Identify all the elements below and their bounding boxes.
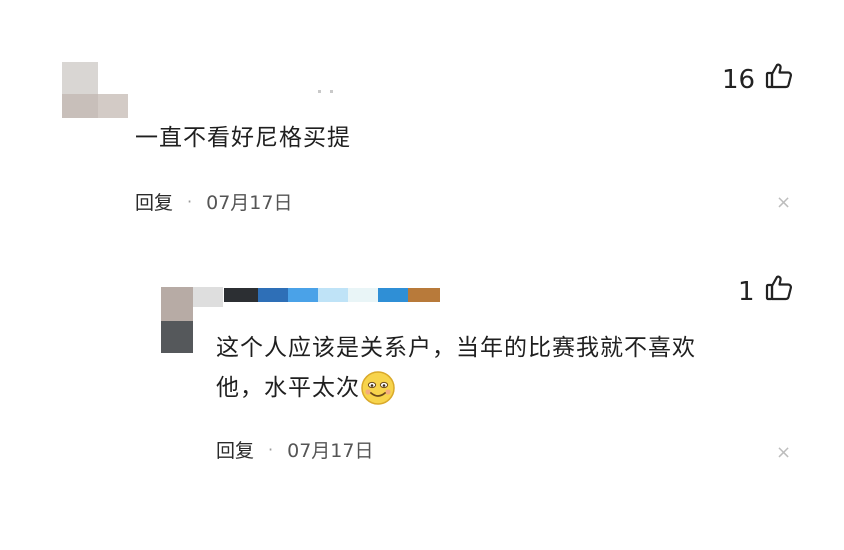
like-count: 16 [722, 64, 756, 95]
reply-meta: 回复 · 07月17日 [216, 436, 373, 463]
reply-text-line-2: 他，水平太次 [216, 368, 696, 408]
like-count: 1 [738, 276, 755, 307]
thumbs-up-icon [755, 274, 793, 309]
close-icon[interactable]: × [776, 192, 791, 213]
username[interactable] [224, 288, 440, 302]
username[interactable] [318, 90, 338, 94]
like-button[interactable]: 16 [722, 62, 793, 97]
close-icon[interactable]: × [776, 442, 791, 463]
avatar[interactable] [161, 287, 223, 353]
meta-separator: · [268, 440, 274, 459]
reply-text-line: 这个人应该是关系户，当年的比赛我就不喜欢 [216, 335, 696, 361]
smile-emoji-icon [360, 370, 396, 406]
reply-text-segment: 他，水平太次 [216, 375, 360, 401]
comment-meta: 回复 · 07月17日 [135, 188, 292, 215]
thumbs-up-icon [755, 62, 793, 97]
comment-date: 07月17日 [206, 192, 293, 214]
reply-button[interactable]: 回复 [135, 188, 173, 215]
reply-text: 这个人应该是关系户，当年的比赛我就不喜欢 他，水平太次 [216, 328, 696, 408]
avatar[interactable] [62, 62, 128, 118]
reply-button[interactable]: 回复 [216, 436, 254, 463]
like-button[interactable]: 1 [738, 274, 793, 309]
meta-separator: · [187, 192, 193, 211]
reply-date: 07月17日 [287, 440, 374, 462]
comment-text: 一直不看好尼格买提 [135, 125, 351, 151]
